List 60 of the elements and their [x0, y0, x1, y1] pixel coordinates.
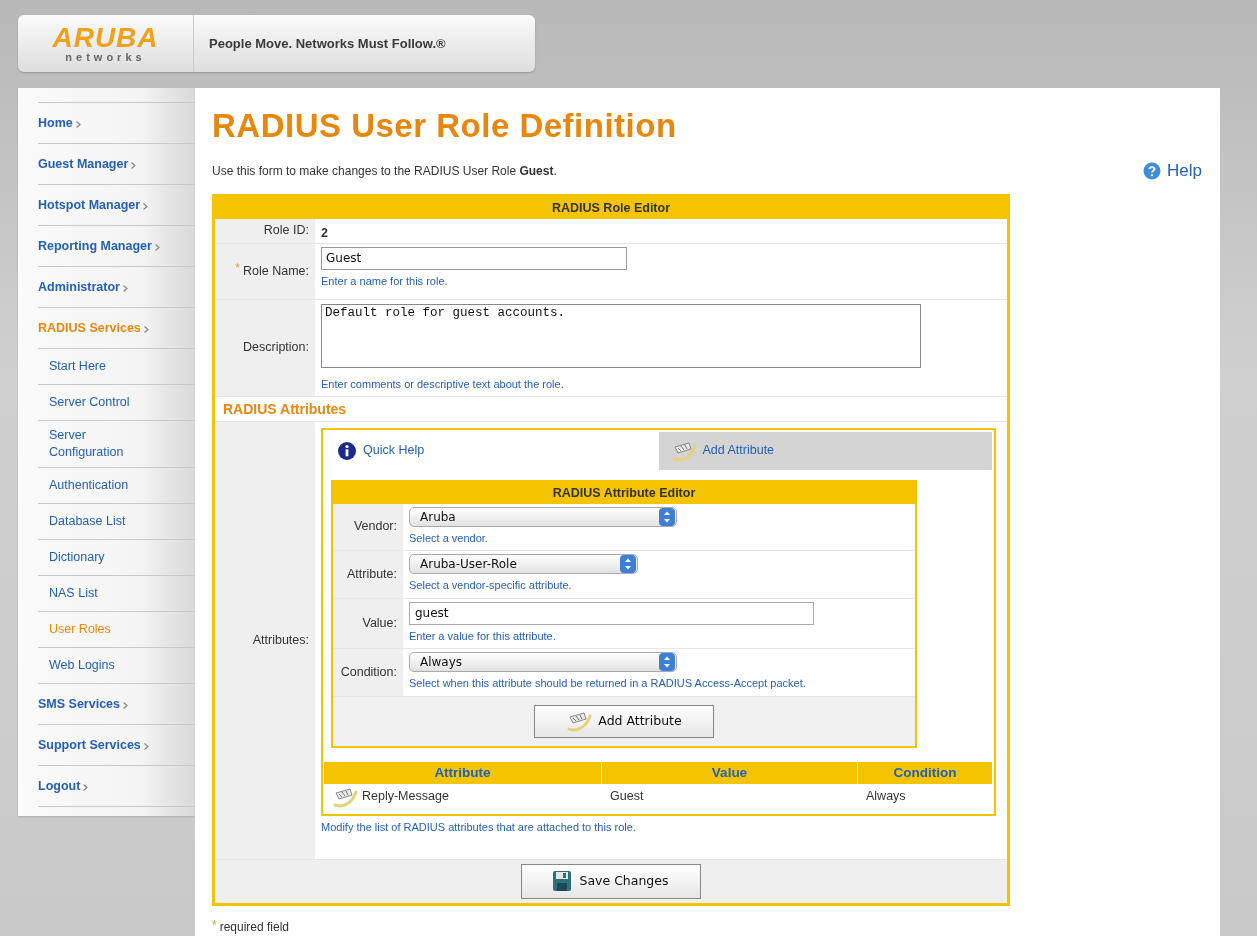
field-hint: Modify the list of RADIUS attributes that are attached to this role. [321, 819, 637, 835]
logo-subtitle: networks [65, 50, 146, 63]
logo-word: ARUBA [52, 24, 159, 51]
wand-icon [670, 439, 697, 462]
wand-icon [332, 785, 358, 808]
field-hint: Select when this attribute should be returned in a RADIUS Access-Accept packet. [409, 676, 807, 691]
chevron-icon [122, 285, 128, 292]
table-cell: Always [866, 789, 906, 804]
footnote: required field [219, 918, 290, 936]
table-cell: Guest [610, 789, 644, 804]
field-hint: Select a vendor. [409, 530, 489, 546]
field-hint: Enter a value for this attribute. [409, 628, 557, 644]
chevron-icon [83, 784, 89, 791]
info-icon [337, 440, 357, 461]
section-heading: RADIUS Attributes [215, 396, 1007, 422]
editor-header: RADIUS Role Editor [215, 196, 1007, 219]
save-button[interactable]: Save Changes [521, 863, 701, 899]
chevron-icon [143, 743, 149, 750]
field-hint: Enter a name for this role. [321, 273, 449, 289]
chevron-icon [143, 203, 149, 210]
field-label: Vendor: [353, 518, 397, 536]
chevron-icon [131, 162, 137, 169]
field-label: Value: [362, 614, 397, 632]
value-field[interactable]: guest [409, 601, 814, 625]
chevron-icon [143, 326, 149, 333]
dropdown[interactable]: Always [409, 652, 677, 672]
stepper-icon [659, 507, 675, 526]
field-label: Role ID: [263, 222, 309, 240]
field-label: Condition: [340, 663, 397, 681]
role-id-value: 2 [321, 224, 329, 242]
field-label: Attribute: [346, 565, 397, 583]
editor-header: RADIUS Attribute Editor [333, 481, 915, 504]
required-marker: * [235, 259, 240, 277]
stepper-icon [620, 555, 636, 573]
chevron-icon [123, 702, 128, 709]
wand-icon [566, 710, 593, 732]
field-label: Attributes: [252, 631, 309, 649]
dropdown[interactable]: Aruba-User-Role [409, 554, 638, 574]
chevron-icon [75, 121, 81, 128]
column-header: Value [602, 761, 858, 784]
required-marker: * [212, 916, 217, 934]
field-label: Role Name: [243, 262, 309, 280]
role-name-field[interactable]: Guest [321, 246, 627, 270]
add-attribute-button[interactable]: Add Attribute [534, 704, 714, 738]
field-label: Description: [243, 339, 309, 357]
column-header: Condition [858, 761, 993, 784]
dropdown[interactable]: Aruba [409, 506, 677, 527]
field-hint: Select a vendor-specific attribute. [409, 578, 573, 593]
stepper-icon [659, 653, 675, 671]
page-title: RADIUS User Role Definition [212, 106, 678, 146]
table-cell-text: Reply-Message [362, 788, 449, 806]
column-header: Attribute [324, 761, 602, 784]
tab[interactable]: Add Attribute [658, 431, 992, 470]
help-icon [1143, 161, 1162, 180]
chevron-icon [154, 244, 160, 251]
intro-text: Use this form to make changes to the RADIUS User Role Guest. [212, 162, 557, 180]
description-field[interactable]: Default role for guest accounts. [321, 303, 921, 368]
tagline: People Move. Networks Must Follow.® [208, 34, 446, 53]
field-hint: Enter comments or descriptive text about the role. [321, 376, 565, 392]
help-link[interactable]: Help [1143, 158, 1202, 184]
